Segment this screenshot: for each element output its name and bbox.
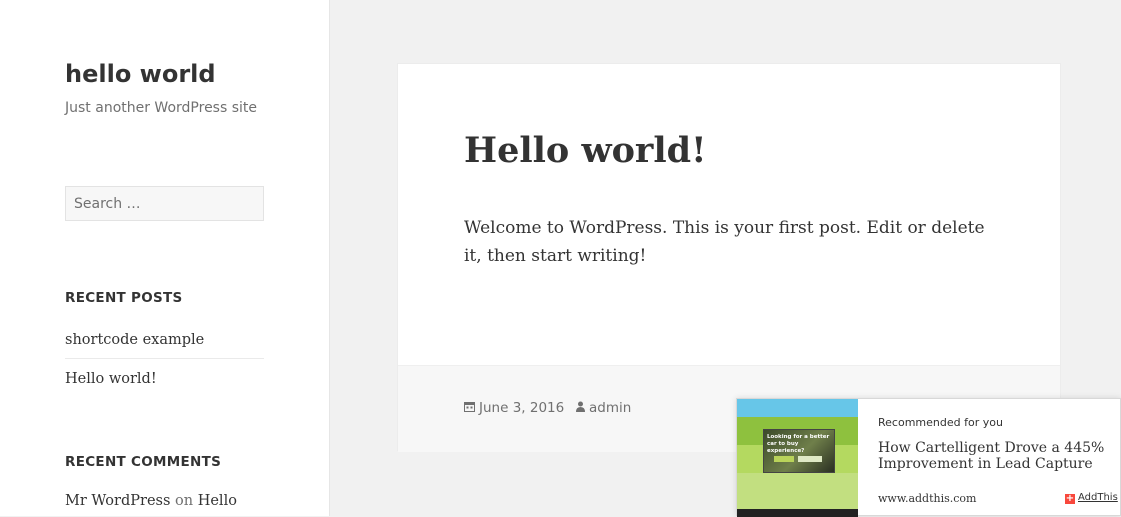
recommendation-popup[interactable]: Looking for a better car to buy experien…	[736, 398, 1121, 517]
recent-comments-heading: RECENT COMMENTS	[65, 454, 222, 470]
post-author: admin	[576, 400, 631, 416]
user-icon	[576, 401, 585, 415]
search-input[interactable]	[65, 186, 264, 221]
thumbnail-photo: Looking for a better car to buy experien…	[763, 429, 835, 473]
list-item: shortcode example	[65, 326, 264, 359]
post-content: Welcome to WordPress. This is your first…	[464, 218, 985, 266]
post-article: Hello world! Welcome to WordPress. This …	[397, 63, 1061, 452]
recent-post-link[interactable]: Hello world!	[65, 371, 157, 387]
comment-author-link[interactable]: Mr WordPress	[65, 493, 170, 509]
recommendation-title-link[interactable]: How Cartelligent Drove a 445% Improvemen…	[878, 440, 1108, 472]
recent-comment-item: Mr WordPress on Hello	[65, 493, 237, 509]
post-title[interactable]: Hello world!	[464, 130, 707, 171]
recommendation-thumbnail[interactable]: Looking for a better car to buy experien…	[737, 399, 858, 517]
recommendation-domain: www.addthis.com	[878, 492, 977, 505]
addthis-brand-link[interactable]: + AddThis	[1065, 492, 1118, 504]
thumbnail-lower-band	[737, 473, 858, 509]
site-title[interactable]: hello world	[65, 60, 216, 88]
addthis-plus-icon: +	[1065, 493, 1075, 504]
comment-on-text: on	[175, 493, 194, 509]
sidebar: hello world Just another WordPress site …	[0, 0, 330, 516]
post-date-link[interactable]: June 3, 2016	[479, 400, 564, 416]
addthis-brand-label: AddThis	[1078, 492, 1118, 503]
list-item: Hello world!	[65, 359, 264, 397]
post-author-link[interactable]: admin	[589, 400, 631, 416]
recent-post-link[interactable]: shortcode example	[65, 332, 204, 348]
site-description: Just another WordPress site	[65, 100, 258, 116]
recommendation-label: Recommended for you	[878, 416, 1003, 429]
calendar-icon	[464, 401, 475, 415]
post-date: June 3, 2016	[464, 400, 564, 416]
recent-posts-heading: RECENT POSTS	[65, 290, 183, 306]
thumbnail-button	[774, 456, 794, 462]
recent-posts-list: shortcode example Hello world!	[65, 326, 264, 397]
thumbnail-text: Looking for a better car to buy experien…	[767, 434, 830, 454]
thumbnail-header	[737, 399, 858, 417]
comment-post-link[interactable]: Hello	[198, 493, 237, 509]
thumbnail-button	[798, 456, 822, 462]
